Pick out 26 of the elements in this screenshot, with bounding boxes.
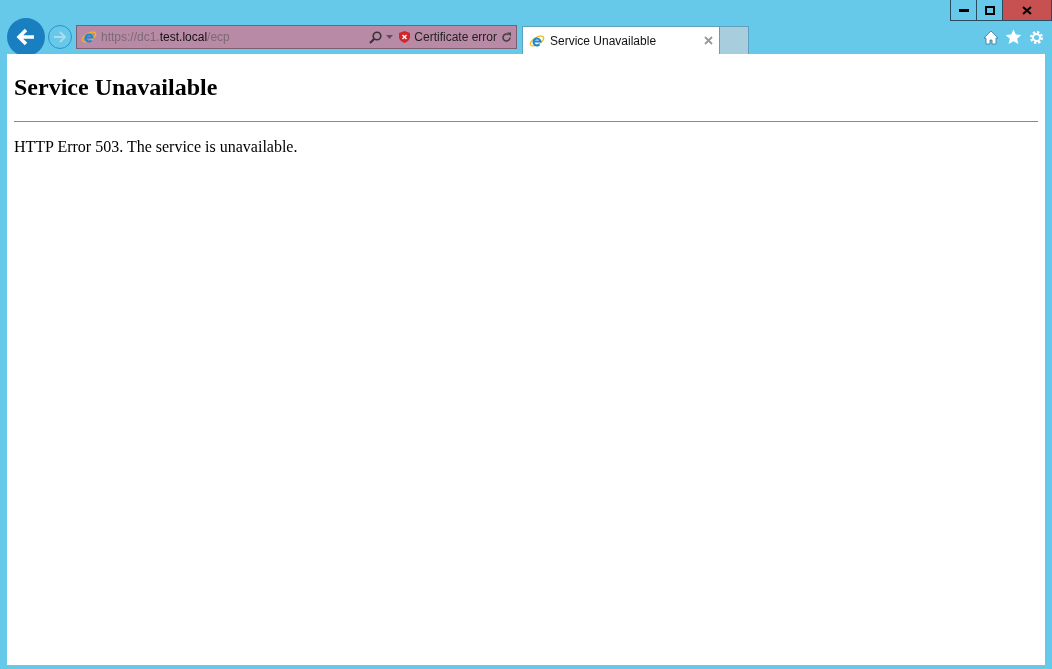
home-button[interactable] bbox=[983, 29, 999, 45]
refresh-icon bbox=[501, 31, 512, 43]
url-text: https://dc1.test.local/ecp bbox=[101, 30, 231, 44]
search-icon bbox=[369, 30, 383, 44]
caret-icon bbox=[386, 35, 394, 39]
close-icon bbox=[1022, 5, 1032, 15]
maximize-icon bbox=[984, 5, 995, 15]
right-arrow-icon bbox=[53, 31, 67, 43]
page-heading: Service Unavailable bbox=[14, 74, 219, 101]
close-button[interactable] bbox=[1002, 0, 1052, 21]
close-tab-icon[interactable] bbox=[704, 36, 713, 45]
star-icon bbox=[1005, 29, 1022, 45]
address-bar[interactable]: https://dc1.test.local/ecp Certificate error bbox=[76, 25, 517, 49]
minimize-icon bbox=[958, 8, 969, 12]
browser-logo-icon bbox=[81, 29, 97, 45]
home-icon bbox=[983, 29, 999, 45]
certificate-error-text[interactable]: Certificate error bbox=[414, 30, 497, 44]
favorites-button[interactable] bbox=[1005, 29, 1022, 45]
settings-button[interactable] bbox=[1028, 28, 1045, 46]
left-arrow-icon bbox=[16, 28, 36, 46]
minimize-button[interactable] bbox=[950, 0, 977, 21]
error-shield-icon bbox=[399, 31, 411, 43]
back-button[interactable] bbox=[7, 18, 45, 56]
browser-tab[interactable]: Service Unavailable bbox=[522, 26, 720, 54]
error-message: HTTP Error 503. The service is unavailable. bbox=[14, 138, 299, 156]
settings-icon bbox=[1028, 28, 1045, 46]
